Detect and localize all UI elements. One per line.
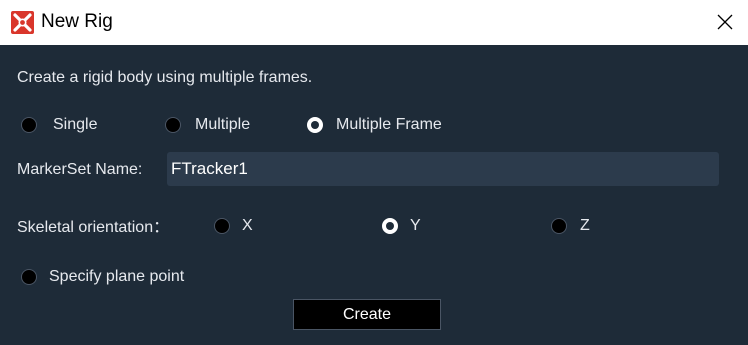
- radio-orient-z-label: Z: [580, 217, 590, 234]
- radio-specify-plane-point[interactable]: Specify plane point: [21, 266, 184, 288]
- description-text: Create a rigid body using multiple frame…: [17, 69, 313, 86]
- radio-multiple-frame[interactable]: Multiple Frame: [307, 114, 442, 136]
- radio-button[interactable]: [214, 218, 230, 234]
- dialog-body: Create a rigid body using multiple frame…: [0, 45, 748, 345]
- radio-button-checked[interactable]: [307, 117, 323, 133]
- radio-orient-x[interactable]: X: [214, 215, 253, 237]
- markerset-name-label: MarkerSet Name:: [17, 161, 143, 178]
- close-button[interactable]: [705, 2, 745, 42]
- radio-orient-y[interactable]: Y: [382, 215, 421, 237]
- radio-button[interactable]: [21, 269, 37, 285]
- close-icon: [717, 14, 733, 30]
- create-button[interactable]: Create: [293, 299, 441, 330]
- radio-multiple-label: Multiple: [195, 116, 251, 133]
- skeletal-orientation-label: Skeletal orientation：: [17, 219, 170, 236]
- markerset-name-input[interactable]: [167, 152, 719, 186]
- radio-button[interactable]: [21, 117, 37, 133]
- specify-plane-point-label: Specify plane point: [49, 268, 185, 285]
- radio-orient-y-label: Y: [410, 217, 421, 234]
- radio-orient-z[interactable]: Z: [551, 215, 590, 237]
- radio-single-label: Single: [53, 116, 98, 133]
- radio-multiple-frame-label: Multiple Frame: [336, 116, 442, 133]
- app-logo-icon: [11, 11, 34, 34]
- radio-single[interactable]: Single: [21, 114, 97, 136]
- radio-button[interactable]: [165, 117, 181, 133]
- radio-multiple[interactable]: Multiple: [165, 114, 250, 136]
- window-title: New Rig: [41, 11, 113, 32]
- radio-button-checked[interactable]: [382, 218, 398, 234]
- title-bar: New Rig: [0, 0, 748, 45]
- radio-orient-x-label: X: [242, 217, 253, 234]
- radio-button[interactable]: [551, 218, 567, 234]
